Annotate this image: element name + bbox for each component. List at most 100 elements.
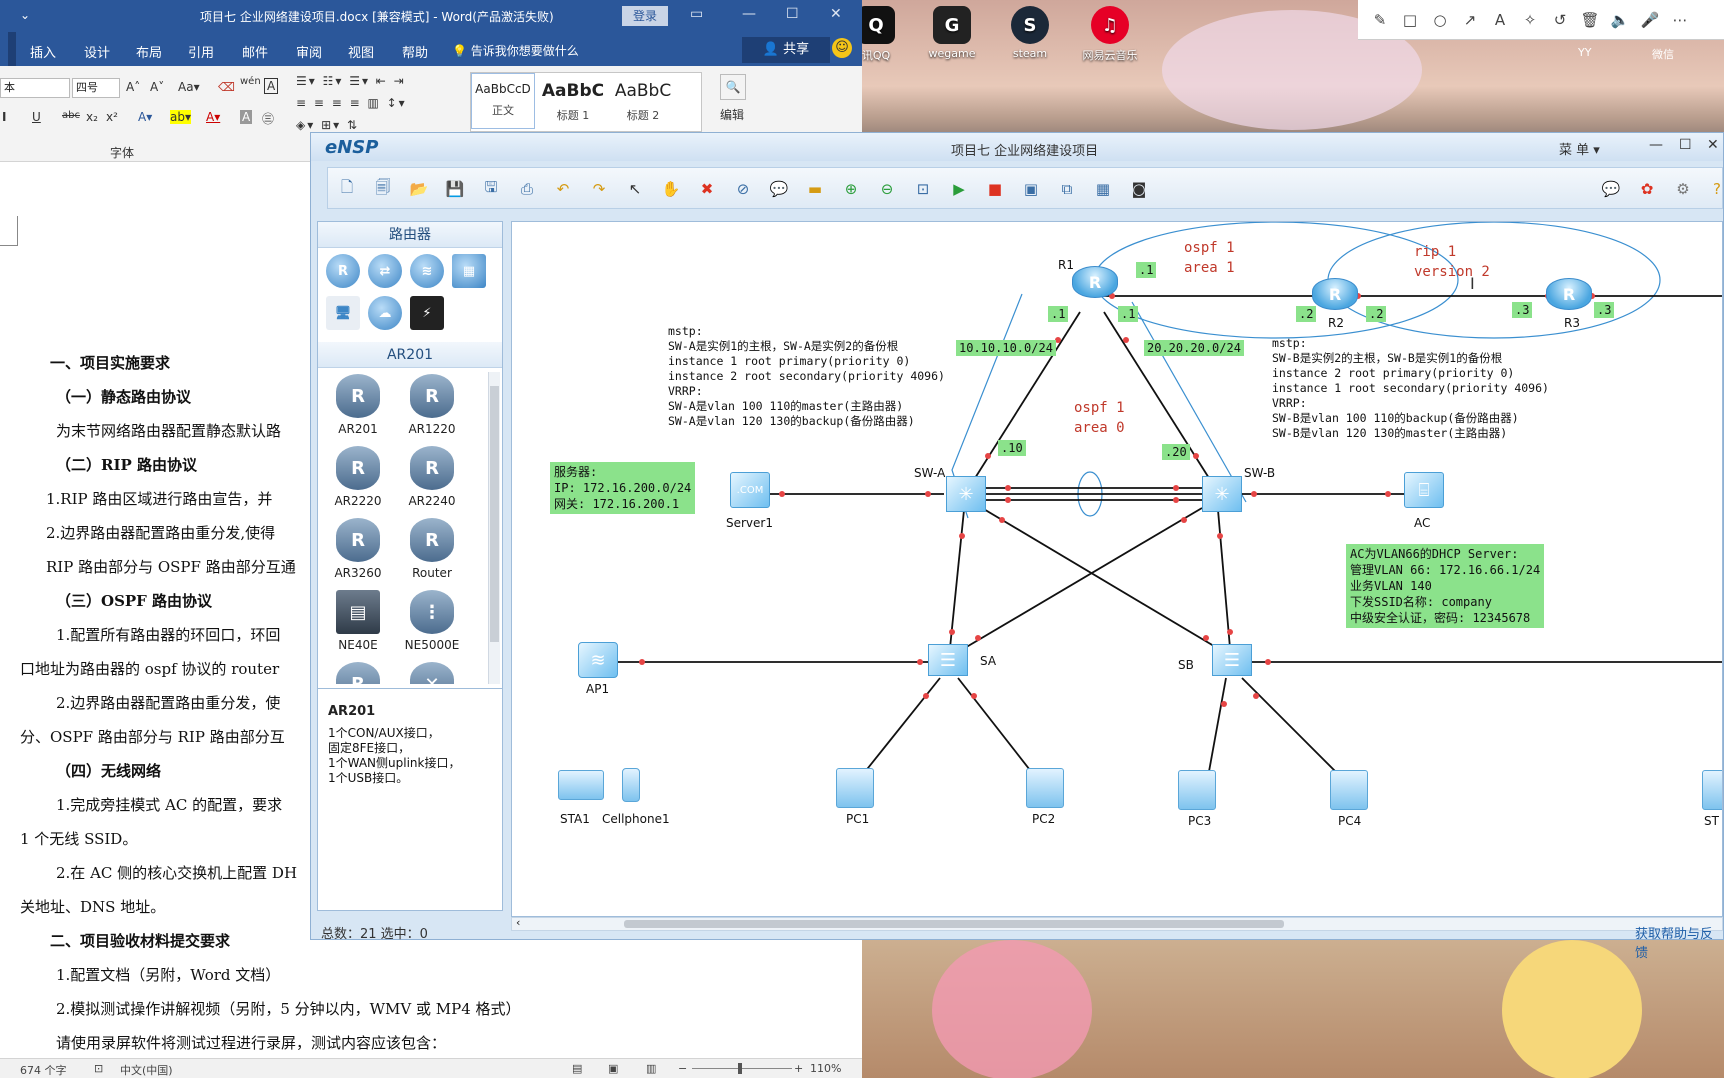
desktop-icon-steam[interactable]: S steam (994, 6, 1066, 60)
magic-icon[interactable]: ✧ (1518, 8, 1542, 32)
settings-gear-icon[interactable]: ⚙ (1672, 178, 1694, 200)
clear-format-icon[interactable]: ⌫ (218, 80, 235, 94)
delete-icon[interactable]: 🗑 (1578, 8, 1602, 32)
huawei-icon[interactable]: ✿ (1636, 178, 1658, 200)
firewall-category-icon[interactable]: ▦ (452, 254, 486, 288)
node-ac[interactable]: ⌸ (1404, 472, 1444, 508)
tab-mailings[interactable]: 邮件 (242, 42, 268, 61)
close-icon[interactable]: ✕ (830, 6, 842, 22)
share-button[interactable]: 👤 共享 (742, 37, 830, 63)
tab-review[interactable]: 审阅 (296, 42, 322, 61)
zoom-level[interactable]: 110% (810, 1062, 841, 1075)
start-devices-icon[interactable]: ▶ (948, 178, 970, 200)
device-ar2220[interactable]: R AR2220 (320, 446, 396, 508)
zoom-in-icon[interactable]: + (794, 1062, 803, 1075)
node-pc2[interactable] (1026, 768, 1064, 808)
node-server1[interactable]: .COM (730, 472, 770, 508)
tab-design[interactable]: 设计 (84, 42, 110, 61)
screenshot-icon[interactable]: ◙ (1128, 178, 1150, 200)
device-router[interactable]: R Router (394, 518, 470, 580)
read-mode-icon[interactable]: ▤ (572, 1062, 582, 1075)
save-as-icon[interactable]: 🖫 (480, 178, 502, 200)
list-icons[interactable]: ☰▾ ☷▾ ☰▾ ⇤ ⇥ (296, 74, 406, 88)
node-ap1[interactable]: ≋ (578, 642, 618, 678)
file-tab-edge[interactable] (8, 32, 16, 66)
capture-icon[interactable]: ▣ (1020, 178, 1042, 200)
word-count[interactable]: 674 个字 (20, 1062, 67, 1078)
rectangle-tool-icon[interactable]: ▬ (804, 178, 826, 200)
pen-icon[interactable]: ✎ (1368, 8, 1392, 32)
device-ne5000e[interactable]: ⋮ NE5000E (394, 590, 470, 652)
text-note-icon[interactable]: 💬 (768, 178, 790, 200)
ensp-minimize-icon[interactable]: — (1649, 137, 1663, 153)
node-sta1[interactable] (558, 770, 604, 800)
tab-layout[interactable]: 布局 (136, 42, 162, 61)
superscript-icon[interactable]: x² (106, 110, 118, 124)
undo-icon[interactable]: ↶ (552, 178, 574, 200)
node-r1[interactable]: R (1072, 266, 1118, 298)
node-sa[interactable]: ☰ (928, 644, 968, 676)
circle-icon[interactable]: ○ (1428, 8, 1452, 32)
new-topology-icon[interactable]: 🗋 (336, 178, 358, 200)
open-icon[interactable]: 📂 (408, 178, 430, 200)
device-ne40e[interactable]: ▤ NE40E (320, 590, 396, 652)
delete-icon[interactable]: ✖ (696, 178, 718, 200)
change-case-icon[interactable]: Aa▾ (178, 80, 200, 94)
font-size-combo[interactable]: 四号 (72, 78, 120, 98)
phonetic-icon[interactable]: wén (240, 76, 261, 87)
arrow-icon[interactable]: ↗ (1458, 8, 1482, 32)
help-icon[interactable]: ? (1706, 178, 1724, 200)
select-icon[interactable]: ↖ (624, 178, 646, 200)
device-more-2[interactable]: ✕ (394, 662, 470, 684)
volume-icon[interactable]: 🔈 (1608, 8, 1632, 32)
save-icon[interactable]: 💾 (444, 178, 466, 200)
scrollbar-thumb[interactable] (490, 386, 499, 642)
print-icon[interactable]: ⎙ (516, 178, 538, 200)
style-normal[interactable]: AaBbCcD 正文 (471, 73, 535, 129)
topology-canvas[interactable]: R R1 R R2 R R3 ✳ SW-A ✳ SW-B .COM Server… (511, 221, 1723, 917)
node-swb[interactable]: ✳ (1202, 476, 1242, 512)
font-color-icon[interactable]: A▾ (206, 110, 220, 124)
subscript-icon[interactable]: x₂ (86, 110, 98, 124)
bold-icon[interactable]: I (2, 110, 6, 124)
node-sb[interactable]: ☰ (1212, 644, 1252, 676)
wireless-category-icon[interactable]: ≋ (410, 254, 444, 288)
device-more-1[interactable]: R (320, 662, 396, 684)
quick-access-icon[interactable]: ⌄ (20, 8, 30, 22)
new-example-icon[interactable]: 🗐 (372, 178, 394, 200)
device-list-scrollbar[interactable] (488, 372, 500, 684)
grid-icon[interactable]: ▦ (1092, 178, 1114, 200)
undo-icon[interactable]: ↺ (1548, 8, 1572, 32)
node-r3[interactable]: R (1546, 278, 1592, 310)
node-cellphone1[interactable] (622, 768, 640, 802)
topology-icon[interactable]: ⧉ (1056, 178, 1078, 200)
stop-devices-icon[interactable]: ■ (984, 178, 1006, 200)
fit-view-icon[interactable]: ⊡ (912, 178, 934, 200)
chat-icon[interactable]: 💬 (1600, 178, 1622, 200)
align-icons[interactable]: ≡ ≡ ≡ ≡ ▥ ↕▾ (296, 96, 407, 110)
ensp-maximize-icon[interactable]: ☐ (1679, 137, 1692, 153)
grow-font-icon[interactable]: A˄ (126, 80, 140, 94)
zoom-slider-thumb[interactable] (738, 1063, 742, 1074)
node-pc4[interactable] (1330, 770, 1368, 810)
endpoint-category-icon[interactable]: 🖥 (326, 296, 360, 330)
link-category-icon[interactable]: ⚡ (410, 296, 444, 330)
switch-category-icon[interactable]: ⇄ (368, 254, 402, 288)
language-status[interactable]: 中文(中国) (120, 1062, 173, 1078)
text-icon[interactable]: A (1488, 8, 1512, 32)
rectangle-icon[interactable]: □ (1398, 8, 1422, 32)
zoom-in-icon[interactable]: ⊕ (840, 178, 862, 200)
device-ar1220[interactable]: R AR1220 (394, 374, 470, 436)
print-layout-icon[interactable]: ▣ (608, 1062, 618, 1075)
node-st[interactable] (1702, 770, 1722, 810)
more-icon[interactable]: ⋯ (1668, 8, 1692, 32)
node-pc1[interactable] (836, 768, 874, 808)
style-heading2[interactable]: AaBbC 标题 2 (611, 73, 675, 129)
zoom-out-icon[interactable]: − (678, 1062, 687, 1075)
device-ar3260[interactable]: R AR3260 (320, 518, 396, 580)
strikethrough-icon[interactable]: abc (62, 110, 80, 121)
proofing-icon[interactable]: ⊡ (94, 1062, 103, 1075)
maximize-icon[interactable]: ☐ (786, 6, 799, 22)
tell-me-search[interactable]: 💡 告诉我你想要做什么 (452, 42, 579, 59)
delete-link-icon[interactable]: ⊘ (732, 178, 754, 200)
